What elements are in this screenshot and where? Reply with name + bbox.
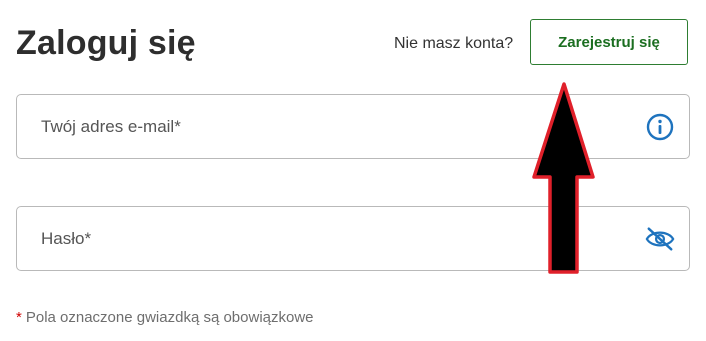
register-button[interactable]: Zarejestruj się <box>530 19 688 65</box>
required-fields-note: * Pola oznaczone gwiazdką są obowiązkowe <box>16 309 314 326</box>
eye-off-icon[interactable] <box>645 224 675 254</box>
required-note-text: Pola oznaczone gwiazdką są obowiązkowe <box>25 309 314 326</box>
email-input[interactable] <box>41 95 601 158</box>
info-icon[interactable] <box>645 112 675 142</box>
register-button-label: Zarejestruj się <box>558 33 660 51</box>
page-title: Zaloguj się <box>16 24 196 62</box>
no-account-text: Nie masz konta? <box>394 35 514 52</box>
password-input[interactable] <box>41 207 601 270</box>
required-marker: * <box>16 309 22 326</box>
annotation-arrow-icon <box>532 82 595 274</box>
